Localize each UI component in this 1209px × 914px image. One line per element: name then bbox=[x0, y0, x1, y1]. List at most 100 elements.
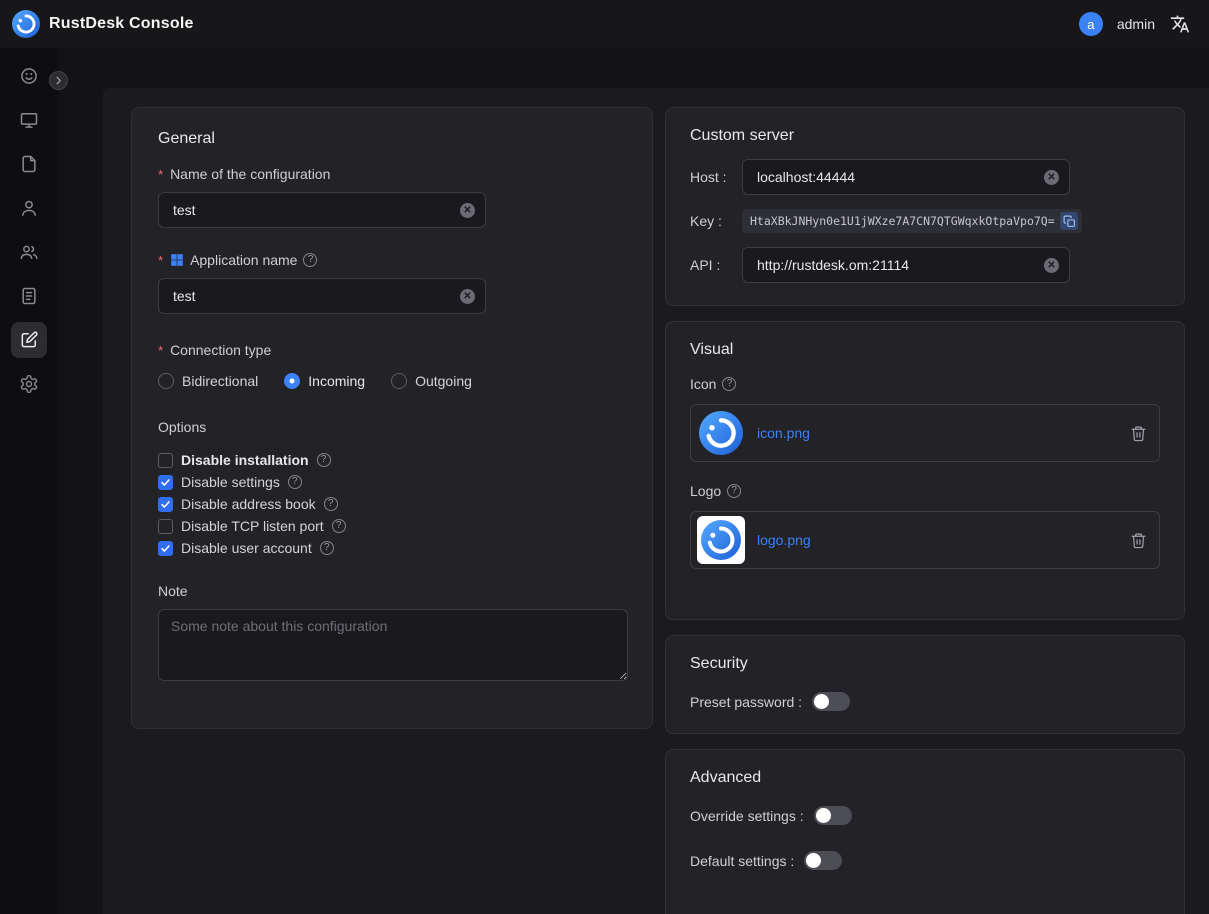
icon-label: Icon ? bbox=[690, 376, 1160, 392]
required-asterisk: * bbox=[158, 343, 163, 358]
app-title: RustDesk Console bbox=[49, 15, 194, 33]
checkbox-box[interactable] bbox=[158, 475, 173, 490]
checkbox-disable-address-book[interactable]: Disable address book ? bbox=[158, 493, 626, 515]
help-icon[interactable]: ? bbox=[303, 253, 317, 267]
override-settings-toggle[interactable] bbox=[814, 806, 852, 825]
checkbox-disable-tcp-listen-port[interactable]: Disable TCP listen port ? bbox=[158, 515, 626, 537]
options-list: Disable installation ? Disable settings … bbox=[158, 449, 626, 559]
checkbox-disable-settings[interactable]: Disable settings ? bbox=[158, 471, 626, 493]
connection-type-label: * Connection type bbox=[158, 342, 626, 358]
help-icon[interactable]: ? bbox=[317, 453, 331, 467]
help-icon[interactable]: ? bbox=[722, 377, 736, 391]
note-textarea[interactable] bbox=[158, 609, 628, 681]
config-name-input[interactable]: ✕ bbox=[158, 192, 486, 228]
required-asterisk: * bbox=[158, 253, 163, 268]
translate-icon[interactable] bbox=[1169, 13, 1191, 35]
help-icon[interactable]: ? bbox=[320, 541, 334, 555]
right-column: Custom server Host : ✕ Key : HtaXBkJNHyn… bbox=[665, 107, 1185, 914]
advanced-title: Advanced bbox=[690, 769, 1160, 787]
sidebar-item-devices[interactable] bbox=[11, 102, 47, 138]
general-card: General * Name of the configuration ✕ * … bbox=[131, 107, 653, 729]
preset-password-label: Preset password : bbox=[690, 694, 802, 710]
toggle-knob bbox=[814, 694, 829, 709]
edit-square-icon bbox=[19, 330, 39, 350]
sidebar bbox=[0, 48, 58, 914]
sidebar-item-audit[interactable] bbox=[11, 278, 47, 314]
clear-icon[interactable]: ✕ bbox=[1044, 258, 1059, 273]
trash-icon[interactable] bbox=[1130, 425, 1147, 442]
users-icon bbox=[19, 242, 39, 262]
host-row: Host : ✕ bbox=[690, 159, 1160, 195]
sidebar-item-documents[interactable] bbox=[11, 146, 47, 182]
override-settings-row: Override settings : bbox=[690, 806, 1160, 825]
checkbox-disable-installation[interactable]: Disable installation ? bbox=[158, 449, 626, 471]
trash-icon[interactable] bbox=[1130, 532, 1147, 549]
note-label: Note bbox=[158, 583, 626, 599]
app-header: RustDesk Console a admin bbox=[0, 0, 1209, 48]
config-name-input-field[interactable] bbox=[171, 201, 452, 219]
toggle-knob bbox=[816, 808, 831, 823]
radio-incoming[interactable]: Incoming bbox=[284, 373, 365, 389]
application-name-input-field[interactable] bbox=[171, 287, 452, 305]
key-value: HtaXBkJNHyn0e1U1jWXze7A7CN7QTGWqxkOtpaVp… bbox=[750, 214, 1056, 228]
checkbox-box[interactable] bbox=[158, 519, 173, 534]
sidebar-expand-button[interactable] bbox=[49, 71, 68, 90]
main-content: General * Name of the configuration ✕ * … bbox=[103, 88, 1209, 914]
key-value-pill: HtaXBkJNHyn0e1U1jWXze7A7CN7QTGWqxkOtpaVp… bbox=[742, 209, 1082, 233]
application-name-input[interactable]: ✕ bbox=[158, 278, 486, 314]
checkbox-box[interactable] bbox=[158, 541, 173, 556]
icon-file-link[interactable]: icon.png bbox=[757, 425, 810, 441]
journal-icon bbox=[19, 286, 39, 306]
default-settings-toggle[interactable] bbox=[804, 851, 842, 870]
copy-icon[interactable] bbox=[1060, 212, 1078, 230]
default-settings-label: Default settings : bbox=[690, 853, 794, 869]
override-settings-label: Override settings : bbox=[690, 808, 804, 824]
visual-card: Visual Icon ? icon.png bbox=[665, 321, 1185, 620]
checkbox-box[interactable] bbox=[158, 497, 173, 512]
radio-dot[interactable] bbox=[284, 373, 300, 389]
sidebar-item-groups[interactable] bbox=[11, 234, 47, 270]
checkbox-disable-user-account[interactable]: Disable user account ? bbox=[158, 537, 626, 559]
logo-thumbnail bbox=[697, 516, 745, 564]
help-icon[interactable]: ? bbox=[727, 484, 741, 498]
preset-password-toggle[interactable] bbox=[812, 692, 850, 711]
required-asterisk: * bbox=[158, 167, 163, 182]
smiley-icon bbox=[19, 66, 39, 86]
user-icon bbox=[19, 198, 39, 218]
radio-dot[interactable] bbox=[391, 373, 407, 389]
custom-server-title: Custom server bbox=[690, 127, 1160, 145]
checkbox-box[interactable] bbox=[158, 453, 173, 468]
help-icon[interactable]: ? bbox=[288, 475, 302, 489]
clear-icon[interactable]: ✕ bbox=[460, 289, 475, 304]
default-settings-row: Default settings : bbox=[690, 851, 1160, 870]
document-icon bbox=[19, 154, 39, 174]
host-label: Host : bbox=[690, 169, 742, 185]
help-icon[interactable]: ? bbox=[324, 497, 338, 511]
radio-outgoing[interactable]: Outgoing bbox=[391, 373, 472, 389]
username[interactable]: admin bbox=[1117, 16, 1155, 32]
key-row: Key : HtaXBkJNHyn0e1U1jWXze7A7CN7QTGWqxk… bbox=[690, 209, 1160, 233]
clear-icon[interactable]: ✕ bbox=[1044, 170, 1059, 185]
host-input-field[interactable] bbox=[755, 168, 1036, 186]
logo-file-link[interactable]: logo.png bbox=[757, 532, 811, 548]
api-label: API : bbox=[690, 257, 742, 273]
sidebar-item-configurations[interactable] bbox=[11, 322, 47, 358]
sidebar-item-users[interactable] bbox=[11, 190, 47, 226]
general-title: General bbox=[158, 130, 626, 148]
api-input[interactable]: ✕ bbox=[742, 247, 1070, 283]
sidebar-item-dashboard[interactable] bbox=[11, 58, 47, 94]
host-input[interactable]: ✕ bbox=[742, 159, 1070, 195]
key-label: Key : bbox=[690, 213, 742, 229]
api-input-field[interactable] bbox=[755, 256, 1036, 274]
radio-dot[interactable] bbox=[158, 373, 174, 389]
visual-title: Visual bbox=[690, 341, 1160, 359]
sidebar-item-settings[interactable] bbox=[11, 366, 47, 402]
brand: RustDesk Console bbox=[12, 10, 194, 38]
help-icon[interactable]: ? bbox=[332, 519, 346, 533]
monitor-icon bbox=[19, 110, 39, 130]
avatar[interactable]: a bbox=[1079, 12, 1103, 36]
clear-icon[interactable]: ✕ bbox=[460, 203, 475, 218]
radio-bidirectional[interactable]: Bidirectional bbox=[158, 373, 258, 389]
logo-label: Logo ? bbox=[690, 483, 1160, 499]
app-name-field-label: * Application name ? bbox=[158, 252, 626, 268]
